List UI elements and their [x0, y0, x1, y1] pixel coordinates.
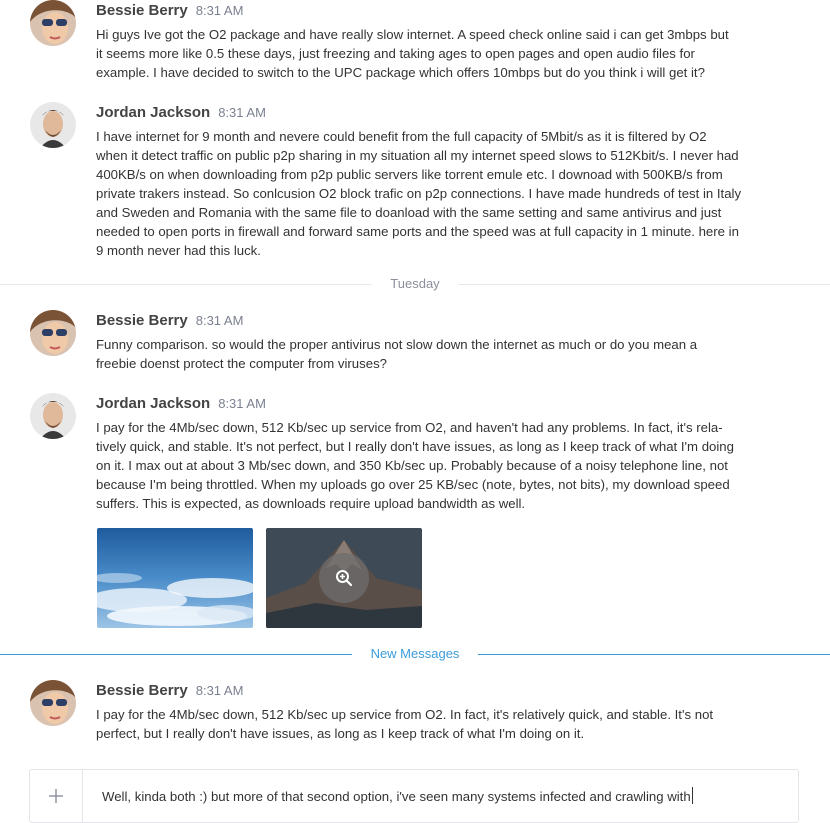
- author-name[interactable]: Jordan Jackson 8:31 AM: [96, 104, 266, 121]
- day-divider: Tuesday: [0, 275, 830, 295]
- message-text: Hi guys Ive got the O2 package and have …: [96, 27, 729, 80]
- image-attachment[interactable]: [266, 528, 422, 628]
- text-cursor: [691, 787, 693, 804]
- avatar[interactable]: [30, 680, 76, 726]
- zoom-in-icon[interactable]: [319, 553, 369, 603]
- day-label: Tuesday: [390, 276, 440, 291]
- timestamp: 8:31 AM: [218, 396, 266, 411]
- message-text: I pay for the 4Mb/sec down, 512 Kb/sec u…: [96, 420, 734, 511]
- timestamp: 8:31 AM: [218, 105, 266, 120]
- author-name[interactable]: Bessie Berry 8:31 AM: [96, 682, 243, 699]
- avatar[interactable]: [30, 102, 76, 148]
- message-composer: Well, kinda both :) but more of that sec…: [29, 769, 799, 823]
- avatar[interactable]: [30, 0, 76, 46]
- avatar[interactable]: [30, 393, 76, 439]
- author-name[interactable]: Bessie Berry 8:31 AM: [96, 2, 243, 19]
- message-text: I pay for the 4Mb/sec down, 512 Kb/sec u…: [96, 707, 714, 741]
- add-attachment-button[interactable]: [30, 770, 83, 822]
- author-name[interactable]: Bessie Berry 8:31 AM: [96, 312, 243, 329]
- message-input[interactable]: Well, kinda both :) but more of that sec…: [102, 787, 693, 804]
- message-text: Funny comparison. so would the proper an…: [96, 337, 698, 371]
- timestamp: 8:31 AM: [195, 683, 244, 698]
- avatar[interactable]: [30, 310, 76, 356]
- image-attachment[interactable]: [97, 528, 253, 628]
- new-messages-label: New Messages: [370, 646, 460, 661]
- message-text: I have internet for 9 month and nevere c…: [96, 129, 742, 258]
- new-messages-divider: New Messages: [0, 645, 830, 665]
- plus-icon: [49, 789, 63, 803]
- timestamp: 8:31 AM: [195, 3, 244, 18]
- timestamp: 8:31 AM: [195, 313, 244, 328]
- author-name[interactable]: Jordan Jackson 8:31 AM: [96, 395, 266, 412]
